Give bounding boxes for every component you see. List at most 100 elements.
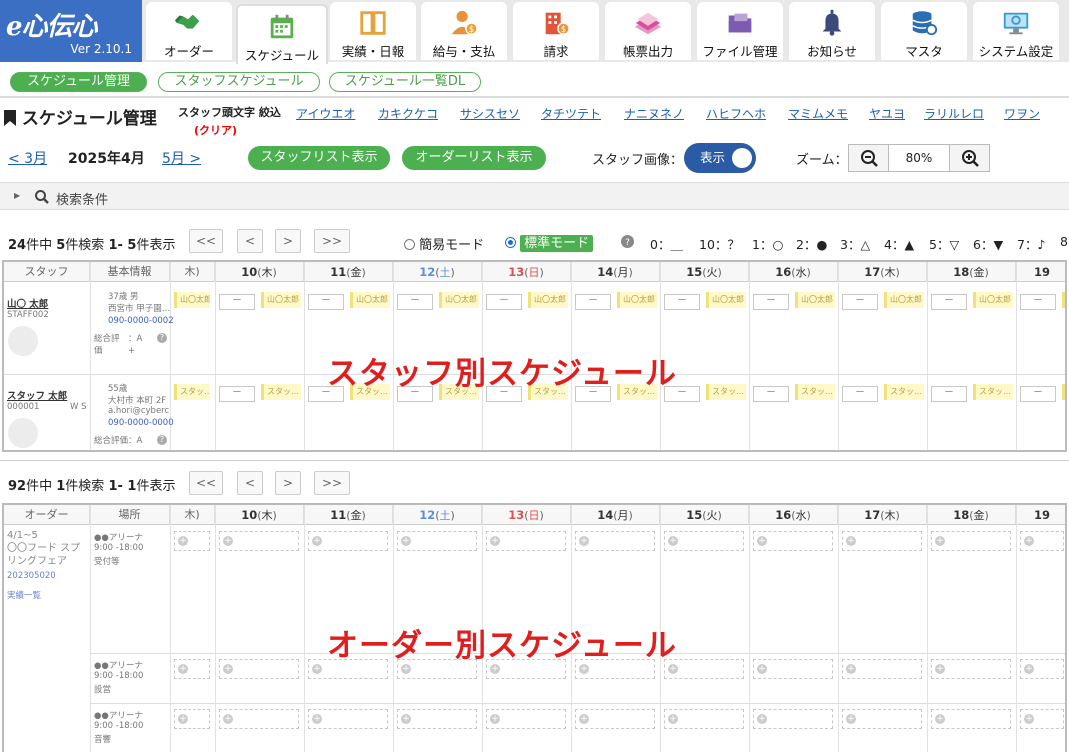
staff-phone[interactable]: 090-0000-0002 — [108, 316, 174, 326]
add-slot[interactable]: + — [575, 531, 655, 551]
app-logo[interactable]: e心伝心 Ver 2.10.1 — [0, 0, 142, 62]
pager-button-3[interactable]: >> — [314, 471, 350, 495]
add-slot[interactable]: + — [842, 531, 922, 551]
pager-button-3[interactable]: >> — [314, 229, 350, 253]
assignment-chip[interactable]: 山〇太郎 — [795, 292, 835, 308]
assignment-chip[interactable]: 山〇太郎 — [350, 292, 390, 308]
add-slot[interactable]: + — [174, 659, 210, 679]
nav-tab-4[interactable]: $ 請求 — [513, 2, 599, 60]
assignment-chip[interactable]: 山〇太郎 — [973, 292, 1013, 308]
empty-slot[interactable]: ー — [219, 386, 255, 402]
prev-month-link[interactable]: < 3月 — [8, 148, 47, 168]
next-month-link[interactable]: 5月 > — [162, 148, 201, 168]
add-slot[interactable]: + — [1020, 531, 1064, 551]
assignment-chip[interactable]: スタッ… — [1062, 384, 1065, 400]
kana-filter-clear[interactable]: (クリア) — [194, 122, 237, 138]
add-slot[interactable]: + — [1020, 659, 1064, 679]
kana-filter-4[interactable]: ナニヌネノ — [624, 105, 684, 122]
standard-mode-radio[interactable] — [505, 237, 516, 248]
empty-slot[interactable]: ー — [664, 294, 700, 310]
assignment-chip[interactable]: 山〇太郎 — [706, 292, 746, 308]
empty-slot[interactable]: ー — [753, 294, 789, 310]
add-slot[interactable]: + — [219, 659, 299, 679]
add-slot[interactable]: + — [1020, 709, 1064, 729]
add-slot[interactable]: + — [931, 659, 1011, 679]
zoom-out-button[interactable] — [849, 145, 889, 171]
nav-tab-6[interactable]: ファイル管理 — [697, 2, 783, 60]
order-list-button[interactable]: オーダーリスト表示 — [402, 146, 546, 170]
add-slot[interactable]: + — [753, 531, 833, 551]
add-slot[interactable]: + — [308, 531, 388, 551]
nav-tab-3[interactable]: $ 給与・支払 — [421, 2, 507, 60]
kana-filter-9[interactable]: ワヲン — [1004, 105, 1040, 122]
simple-mode-radio[interactable] — [404, 239, 415, 250]
add-slot[interactable]: + — [219, 531, 299, 551]
kana-filter-1[interactable]: カキクケコ — [378, 105, 438, 122]
order-code[interactable]: 202305020 — [7, 571, 56, 581]
staff-name-link[interactable]: 山〇 太郎 — [7, 296, 48, 310]
assignment-chip[interactable]: 山〇太郎 — [528, 292, 568, 308]
order-results-link[interactable]: 実績一覧 — [7, 589, 41, 601]
assignment-chip[interactable]: 山〇太郎 — [439, 292, 479, 308]
empty-slot[interactable]: ー — [219, 294, 255, 310]
search-conditions-bar[interactable]: ▶ 検索条件 — [0, 182, 1069, 210]
add-slot[interactable]: + — [174, 709, 210, 729]
kana-filter-3[interactable]: タチツテト — [541, 105, 601, 122]
assignment-chip[interactable]: 山〇太郎 — [884, 292, 924, 308]
kana-filter-6[interactable]: マミムメモ — [788, 105, 848, 122]
subtab-staff-schedule[interactable]: スタッフスケジュール — [158, 72, 320, 92]
add-slot[interactable]: + — [486, 531, 566, 551]
empty-slot[interactable]: ー — [397, 294, 433, 310]
standard-mode-option[interactable]: 標準モード — [505, 232, 594, 252]
assignment-chip[interactable]: 山〇太郎 — [261, 292, 301, 308]
nav-tab-2[interactable]: 実績・日報 — [330, 2, 416, 60]
staff-phone[interactable]: 090-0000-0000 — [108, 418, 174, 428]
add-slot[interactable]: + — [486, 709, 566, 729]
empty-slot[interactable]: ー — [931, 386, 967, 402]
staff-list-button[interactable]: スタッフリスト表示 — [248, 146, 390, 170]
kana-filter-2[interactable]: サシスセソ — [460, 105, 520, 122]
staff-image-toggle[interactable]: 表示 — [684, 143, 756, 173]
subtab-schedule-management[interactable]: スケジュール管理 — [10, 72, 147, 92]
add-slot[interactable]: + — [397, 531, 477, 551]
add-slot[interactable]: + — [842, 709, 922, 729]
add-slot[interactable]: + — [753, 659, 833, 679]
assignment-chip[interactable]: スタッ… — [973, 384, 1013, 400]
nav-tab-7[interactable]: お知らせ — [789, 2, 875, 60]
assignment-chip[interactable]: スタッ… — [795, 384, 835, 400]
add-slot[interactable]: + — [753, 709, 833, 729]
empty-slot[interactable]: ー — [931, 294, 967, 310]
nav-tab-8[interactable]: マスタ — [881, 2, 967, 60]
assignment-chip[interactable]: 山〇太郎 — [617, 292, 657, 308]
assignment-chip[interactable]: 山〇太郎 — [174, 292, 210, 308]
add-slot[interactable]: + — [219, 709, 299, 729]
add-slot[interactable]: + — [308, 709, 388, 729]
add-slot[interactable]: + — [664, 531, 744, 551]
pager-button-1[interactable]: < — [237, 471, 263, 495]
simple-mode-option[interactable]: 簡易モード — [404, 234, 484, 253]
zoom-in-button[interactable] — [949, 145, 989, 171]
empty-slot[interactable]: ー — [842, 386, 878, 402]
empty-slot[interactable]: ー — [575, 294, 611, 310]
empty-slot[interactable]: ー — [1020, 386, 1056, 402]
nav-tab-5[interactable]: 帳票出力 — [605, 2, 691, 60]
assignment-chip[interactable]: 山〇太郎 — [1062, 292, 1065, 308]
pager-button-1[interactable]: < — [237, 229, 263, 253]
assignment-chip[interactable]: スタッ… — [706, 384, 746, 400]
nav-tab-1[interactable]: スケジュール — [236, 4, 328, 64]
help-icon[interactable]: ? — [621, 235, 634, 248]
kana-filter-7[interactable]: ヤユヨ — [869, 105, 905, 122]
add-slot[interactable]: + — [174, 531, 210, 551]
empty-slot[interactable]: ー — [486, 294, 522, 310]
add-slot[interactable]: + — [842, 659, 922, 679]
pager-button-0[interactable]: << — [189, 229, 223, 253]
assignment-chip[interactable]: スタッ… — [884, 384, 924, 400]
empty-slot[interactable]: ー — [1020, 294, 1056, 310]
kana-filter-8[interactable]: ラリルレロ — [924, 105, 984, 122]
kana-filter-5[interactable]: ハヒフヘホ — [706, 105, 766, 122]
subtab-schedule-download[interactable]: スケジュール一覧DL — [329, 72, 481, 92]
assignment-chip[interactable]: スタッ… — [261, 384, 301, 400]
pager-button-2[interactable]: > — [275, 471, 301, 495]
pager-button-2[interactable]: > — [275, 229, 301, 253]
staff-name-link[interactable]: スタッフ 太郎 — [7, 388, 67, 402]
